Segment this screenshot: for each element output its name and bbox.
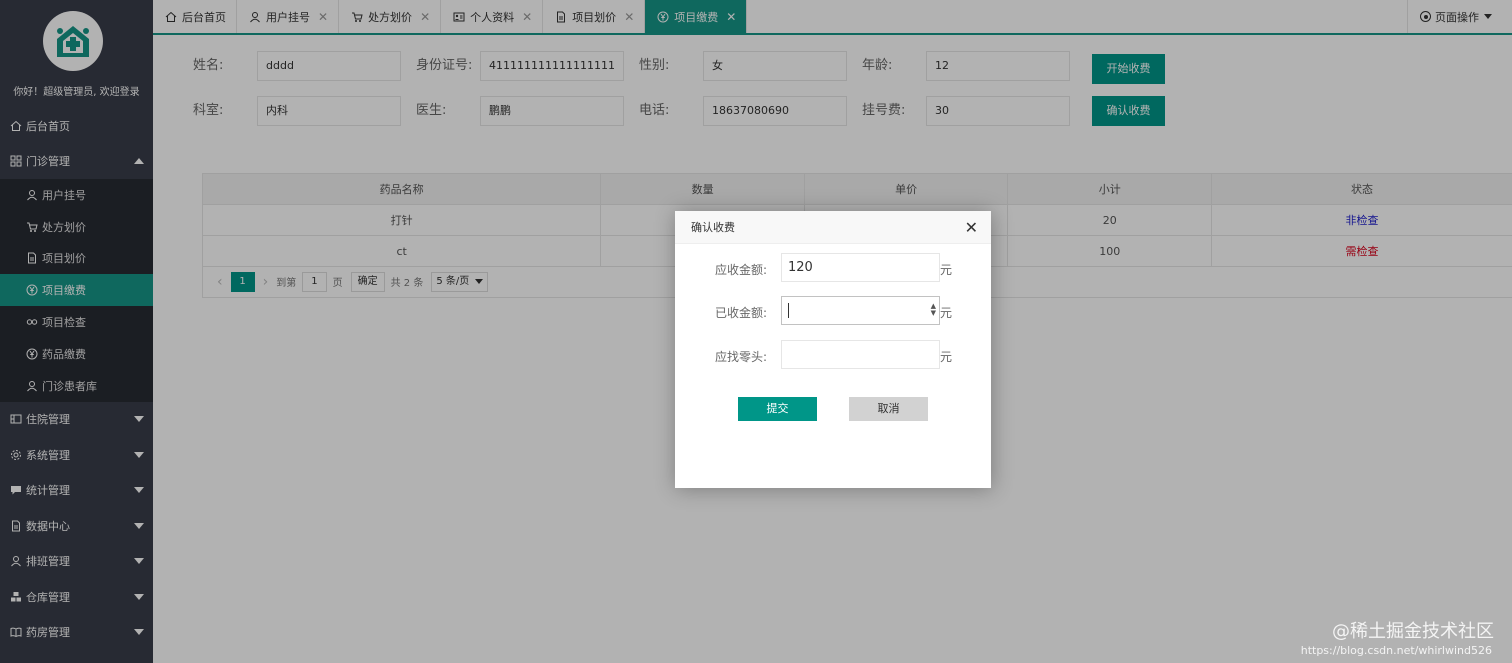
cancel-button[interactable]: 取消: [849, 397, 928, 421]
amount-due-label: 应收金额:: [714, 263, 767, 277]
change-unit: 元: [940, 350, 953, 364]
dialog-header: 确认收费 ✕: [675, 211, 991, 244]
close-icon[interactable]: ✕: [965, 211, 978, 244]
amount-paid-unit: 元: [940, 306, 953, 320]
dialog-title: 确认收费: [691, 221, 735, 234]
change-field[interactable]: [781, 340, 940, 369]
confirm-charge-dialog: 确认收费 ✕ 应收金额: 120 元 已收金额: ▲ ▼ 元 应找零头: 元 提交…: [675, 211, 991, 488]
amount-due-unit: 元: [940, 263, 953, 277]
amount-due-field[interactable]: 120: [781, 253, 940, 282]
modal-backdrop-left: [0, 0, 153, 663]
amount-paid-label: 已收金额:: [714, 306, 767, 320]
watermark: @稀土掘金技术社区: [1332, 621, 1494, 642]
text-cursor: [788, 303, 789, 318]
watermark-url: https://blog.csdn.net/whirlwind526: [1300, 644, 1492, 657]
amount-paid-field[interactable]: ▲ ▼: [781, 296, 940, 325]
number-spinner-icon[interactable]: ▲ ▼: [931, 303, 936, 317]
submit-button[interactable]: 提交: [738, 397, 817, 421]
change-label: 应找零头:: [714, 350, 767, 364]
